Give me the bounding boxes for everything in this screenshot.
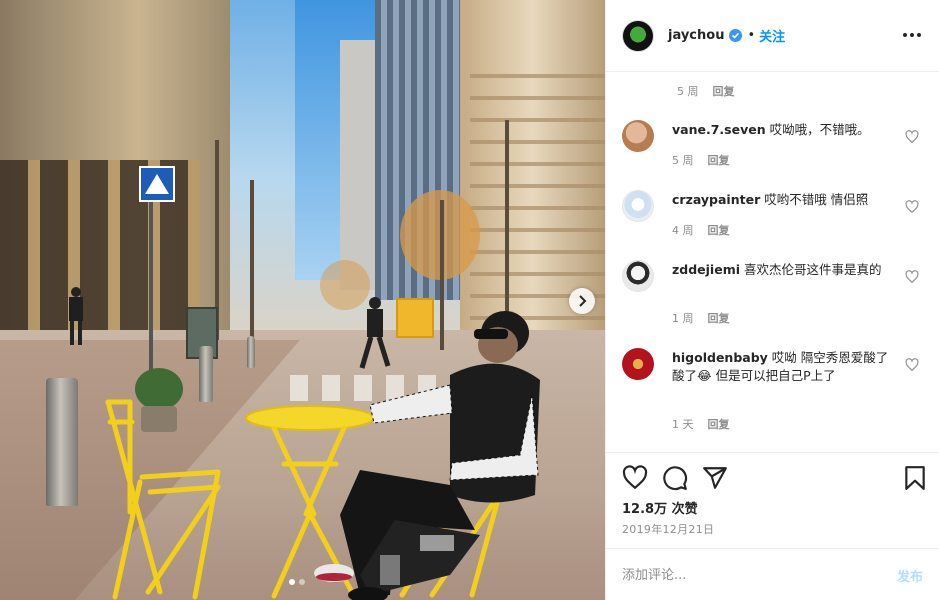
carousel-indicator [289,579,305,585]
heart-icon[interactable] [622,465,648,491]
carousel-dot [299,579,305,585]
more-options-icon[interactable] [901,24,923,46]
comment-time: 1 周 [672,312,694,325]
caption-meta: 5 周 回复 [677,83,735,99]
author-avatar[interactable] [622,19,654,52]
commenter-avatar[interactable] [622,120,654,152]
comment-text: 哎呦哦，不错哦。 [769,122,870,137]
commenter-avatar[interactable] [622,260,654,292]
commenter-avatar[interactable] [622,190,654,222]
reply-button[interactable]: 回复 [708,416,730,432]
pedestrian [69,287,83,345]
header-separator: • [747,28,756,43]
comment-username[interactable]: higoldenbaby [672,350,768,365]
share-icon[interactable] [702,465,728,491]
follow-button[interactable]: 关注 [759,26,785,45]
bookmark-icon[interactable] [902,465,928,491]
reply-button[interactable]: 回复 [708,310,730,326]
comment-composer: 发布 [606,548,939,600]
bollard [46,378,78,506]
chevron-right-icon [579,295,587,307]
post-photo[interactable] [0,0,605,600]
reply-button[interactable]: 回复 [713,83,735,99]
likes-label: 次赞 [671,502,698,517]
verified-badge-icon [729,29,743,42]
comment-time: 1 天 [672,418,694,431]
likes-count[interactable]: 12.8万 次赞 [622,498,698,517]
author-username[interactable]: jaychou [668,28,724,43]
comment-like-heart-icon[interactable] [905,358,919,372]
post-comment-button[interactable]: 发布 [897,566,923,585]
post-actions: 12.8万 次赞 2019年12月21日 [606,452,939,552]
likes-number: 12.8万 [622,502,668,517]
comment-username[interactable]: vane.7.seven [672,122,766,137]
comment-time: 5 周 [672,154,694,167]
post-date[interactable]: 2019年12月21日 [622,521,714,537]
reply-button[interactable]: 回复 [708,152,730,168]
carousel-next-button[interactable] [569,288,595,314]
reply-button[interactable]: 回复 [708,222,730,238]
commenter-avatar[interactable] [622,348,654,380]
comment-like-heart-icon[interactable] [905,200,919,214]
caption-time: 5 周 [677,85,699,98]
comment-text: 喜欢杰伦哥这件事是真的 [744,262,882,277]
comment-username[interactable]: zddejiemi [672,262,740,277]
yellow-chair [105,399,221,600]
bollard [247,336,255,368]
comment-icon[interactable] [662,465,688,491]
comment-input[interactable] [622,563,872,587]
comment-like-heart-icon[interactable] [905,130,919,144]
comment-username[interactable]: crzaypainter [672,192,760,207]
pedestrian-crossing-sign [139,166,175,202]
comments-list[interactable]: 5 周 回复 vane.7.seven 哎呦哦，不错哦。 5 周 回复 crza… [606,72,939,452]
comment-like-heart-icon[interactable] [905,270,919,284]
post-side-panel: jaychou • 关注 5 周 回复 vane.7.seven 哎呦哦，不错哦… [605,0,939,600]
post-header: jaychou • 关注 [606,0,939,72]
comment-text: 哎哟不错哦 情侣照 [764,192,869,207]
seated-man [314,311,540,600]
carousel-dot [289,579,295,585]
comment-time: 4 周 [672,224,694,237]
